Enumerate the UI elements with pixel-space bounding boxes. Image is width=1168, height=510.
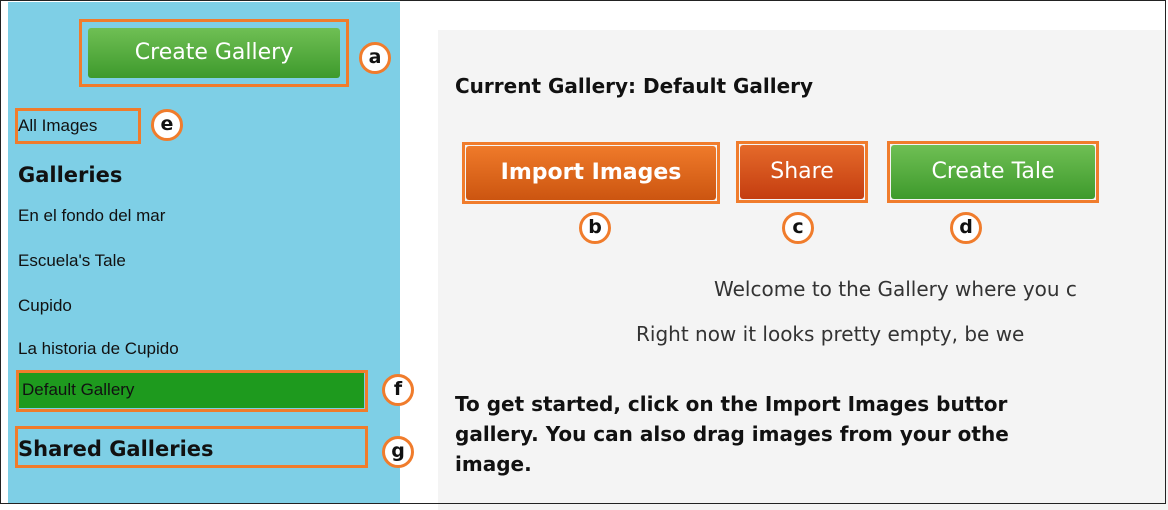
gallery-item[interactable]: La historia de Cupido [18,339,179,359]
instructions-text: To get started, click on the Import Imag… [455,389,1168,479]
welcome-text-line-1: Welcome to the Gallery where you c [714,277,1077,301]
callout-box-e [15,108,141,144]
callout-box-a [79,19,349,87]
instructions-line-1: To get started, click on the Import Imag… [455,392,1008,416]
gallery-item[interactable]: Cupido [18,296,72,316]
callout-badge-g: g [382,436,414,468]
callout-box-g [15,426,368,468]
callout-badge-b: b [579,212,611,244]
gallery-item[interactable]: En el fondo del mar [18,206,165,226]
callout-badge-d: d [950,212,982,244]
current-gallery-title: Current Gallery: Default Gallery [455,74,814,98]
callout-box-f [16,370,368,412]
gallery-item[interactable]: Escuela's Tale [18,251,126,271]
callout-badge-e: e [151,109,183,141]
instructions-line-2: gallery. You can also drag images from y… [455,422,1009,446]
callout-box-d [887,141,1099,203]
callout-badge-a: a [359,42,391,74]
callout-badge-f: f [382,374,414,406]
instructions-line-3: image. [455,452,532,476]
welcome-text-line-2: Right now it looks pretty empty, be we [636,322,1025,346]
callout-box-b [462,142,720,204]
galleries-heading: Galleries [18,163,123,187]
callout-badge-c: c [782,212,814,244]
callout-box-c [736,141,868,203]
